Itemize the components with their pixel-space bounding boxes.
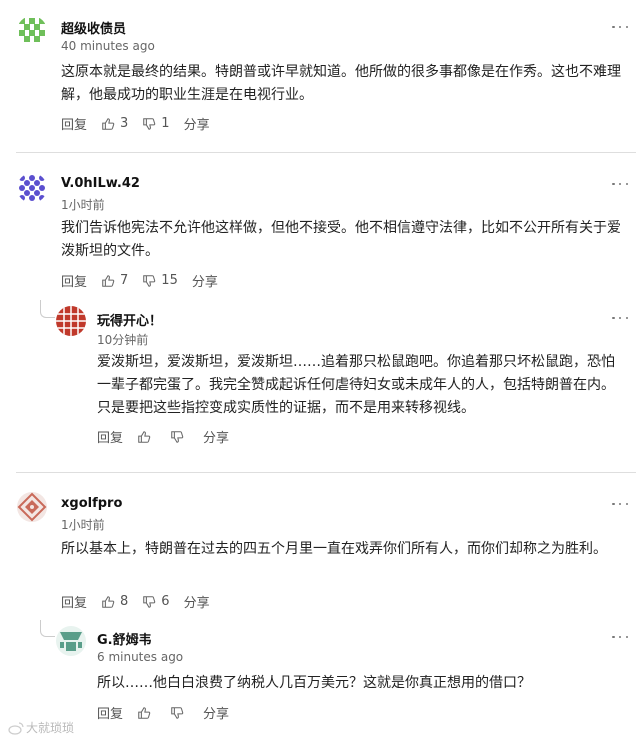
comment-text: 所以……他白白浪费了纳税人几百万美元？这就是你真正想用的借口？ xyxy=(97,675,531,691)
like-button[interactable]: 8 xyxy=(101,594,128,609)
avatar[interactable] xyxy=(17,16,47,46)
dislike-button[interactable] xyxy=(170,430,189,444)
reply-button[interactable]: 回复 xyxy=(61,592,87,611)
dislike-count: 15 xyxy=(161,273,178,288)
more-options-icon[interactable] xyxy=(612,20,628,34)
thumbs-up-icon xyxy=(102,595,115,608)
thumbs-down-icon xyxy=(143,595,156,608)
comment-actions: 回复 8 6 分享 xyxy=(61,592,224,611)
comment-actions: 回复 3 1 分享 xyxy=(61,114,224,133)
timestamp: 1小时前 xyxy=(61,198,105,212)
thumbs-down-icon xyxy=(171,430,184,443)
watermark: 大就琐琐 xyxy=(8,719,74,736)
avatar[interactable] xyxy=(56,626,86,656)
dislike-count: 6 xyxy=(161,594,170,609)
weibo-logo-icon xyxy=(8,721,24,735)
username[interactable]: xgolfpro xyxy=(61,496,122,511)
thumbs-up-icon xyxy=(138,430,151,443)
comment-text: 爱泼斯坦，爱泼斯坦，爱泼斯坦……追着那只松鼠跑吧。你追着那只坏松鼠跑，恐怕一辈子… xyxy=(97,354,615,416)
share-button[interactable]: 分享 xyxy=(192,271,218,290)
timestamp: 40 minutes ago xyxy=(61,39,155,53)
more-options-icon[interactable] xyxy=(612,177,628,191)
share-button[interactable]: 分享 xyxy=(203,427,229,446)
like-count: 7 xyxy=(120,273,129,288)
avatar[interactable] xyxy=(56,306,86,336)
more-options-icon[interactable] xyxy=(612,311,628,325)
like-button[interactable] xyxy=(137,706,156,720)
more-options-icon[interactable] xyxy=(612,497,628,511)
avatar[interactable] xyxy=(17,173,47,203)
dislike-button[interactable]: 15 xyxy=(142,273,178,288)
thumbs-down-icon xyxy=(143,274,156,287)
avatar[interactable] xyxy=(17,492,47,522)
dislike-button[interactable]: 6 xyxy=(142,594,170,609)
like-button[interactable]: 7 xyxy=(101,273,128,288)
comment-actions: 回复 7 15 分享 xyxy=(61,271,232,290)
dislike-count: 1 xyxy=(161,116,170,131)
like-button[interactable] xyxy=(137,430,156,444)
comment-text: 我们告诉他宪法不允许他这样做，但他不接受。他不相信遵守法律，比如不公开所有关于爱… xyxy=(61,220,621,259)
timestamp: 10分钟前 xyxy=(97,333,149,347)
share-button[interactable]: 分享 xyxy=(184,114,210,133)
username[interactable]: 超级收债员 xyxy=(61,18,126,37)
comment-actions: 回复 分享 xyxy=(97,703,243,722)
timestamp: 1小时前 xyxy=(61,518,105,532)
username[interactable]: V.0hILw.42 xyxy=(61,176,140,191)
divider xyxy=(16,472,636,473)
thumbs-up-icon xyxy=(102,274,115,287)
reply-button[interactable]: 回复 xyxy=(61,271,87,290)
thread-connector xyxy=(40,620,55,637)
divider xyxy=(16,152,636,153)
thumbs-down-icon xyxy=(143,117,156,130)
comment-text: 所以基本上，特朗普在过去的四五个月里一直在戏弄你们所有人，而你们却称之为胜利。 xyxy=(61,541,607,557)
dislike-button[interactable] xyxy=(170,706,189,720)
reply-button[interactable]: 回复 xyxy=(61,114,87,133)
like-count: 8 xyxy=(120,594,129,609)
reply-button[interactable]: 回复 xyxy=(97,703,123,722)
thread-connector xyxy=(40,300,55,318)
like-button[interactable]: 3 xyxy=(101,116,128,131)
username[interactable]: G.舒姆韦 xyxy=(97,629,152,648)
comment-text: 这原本就是最终的结果。特朗普或许早就知道。他所做的很多事都像是在作秀。这也不难理… xyxy=(61,64,621,103)
like-count: 3 xyxy=(120,116,129,131)
thumbs-up-icon xyxy=(138,706,151,719)
thumbs-up-icon xyxy=(102,117,115,130)
reply-button[interactable]: 回复 xyxy=(97,427,123,446)
dislike-button[interactable]: 1 xyxy=(142,116,170,131)
share-button[interactable]: 分享 xyxy=(184,592,210,611)
comment-actions: 回复 分享 xyxy=(97,427,243,446)
username[interactable]: 玩得开心！ xyxy=(97,310,162,329)
more-options-icon[interactable] xyxy=(612,630,628,644)
timestamp: 6 minutes ago xyxy=(97,650,184,664)
share-button[interactable]: 分享 xyxy=(203,703,229,722)
watermark-text: 大就琐琐 xyxy=(26,721,75,735)
thumbs-down-icon xyxy=(171,706,184,719)
